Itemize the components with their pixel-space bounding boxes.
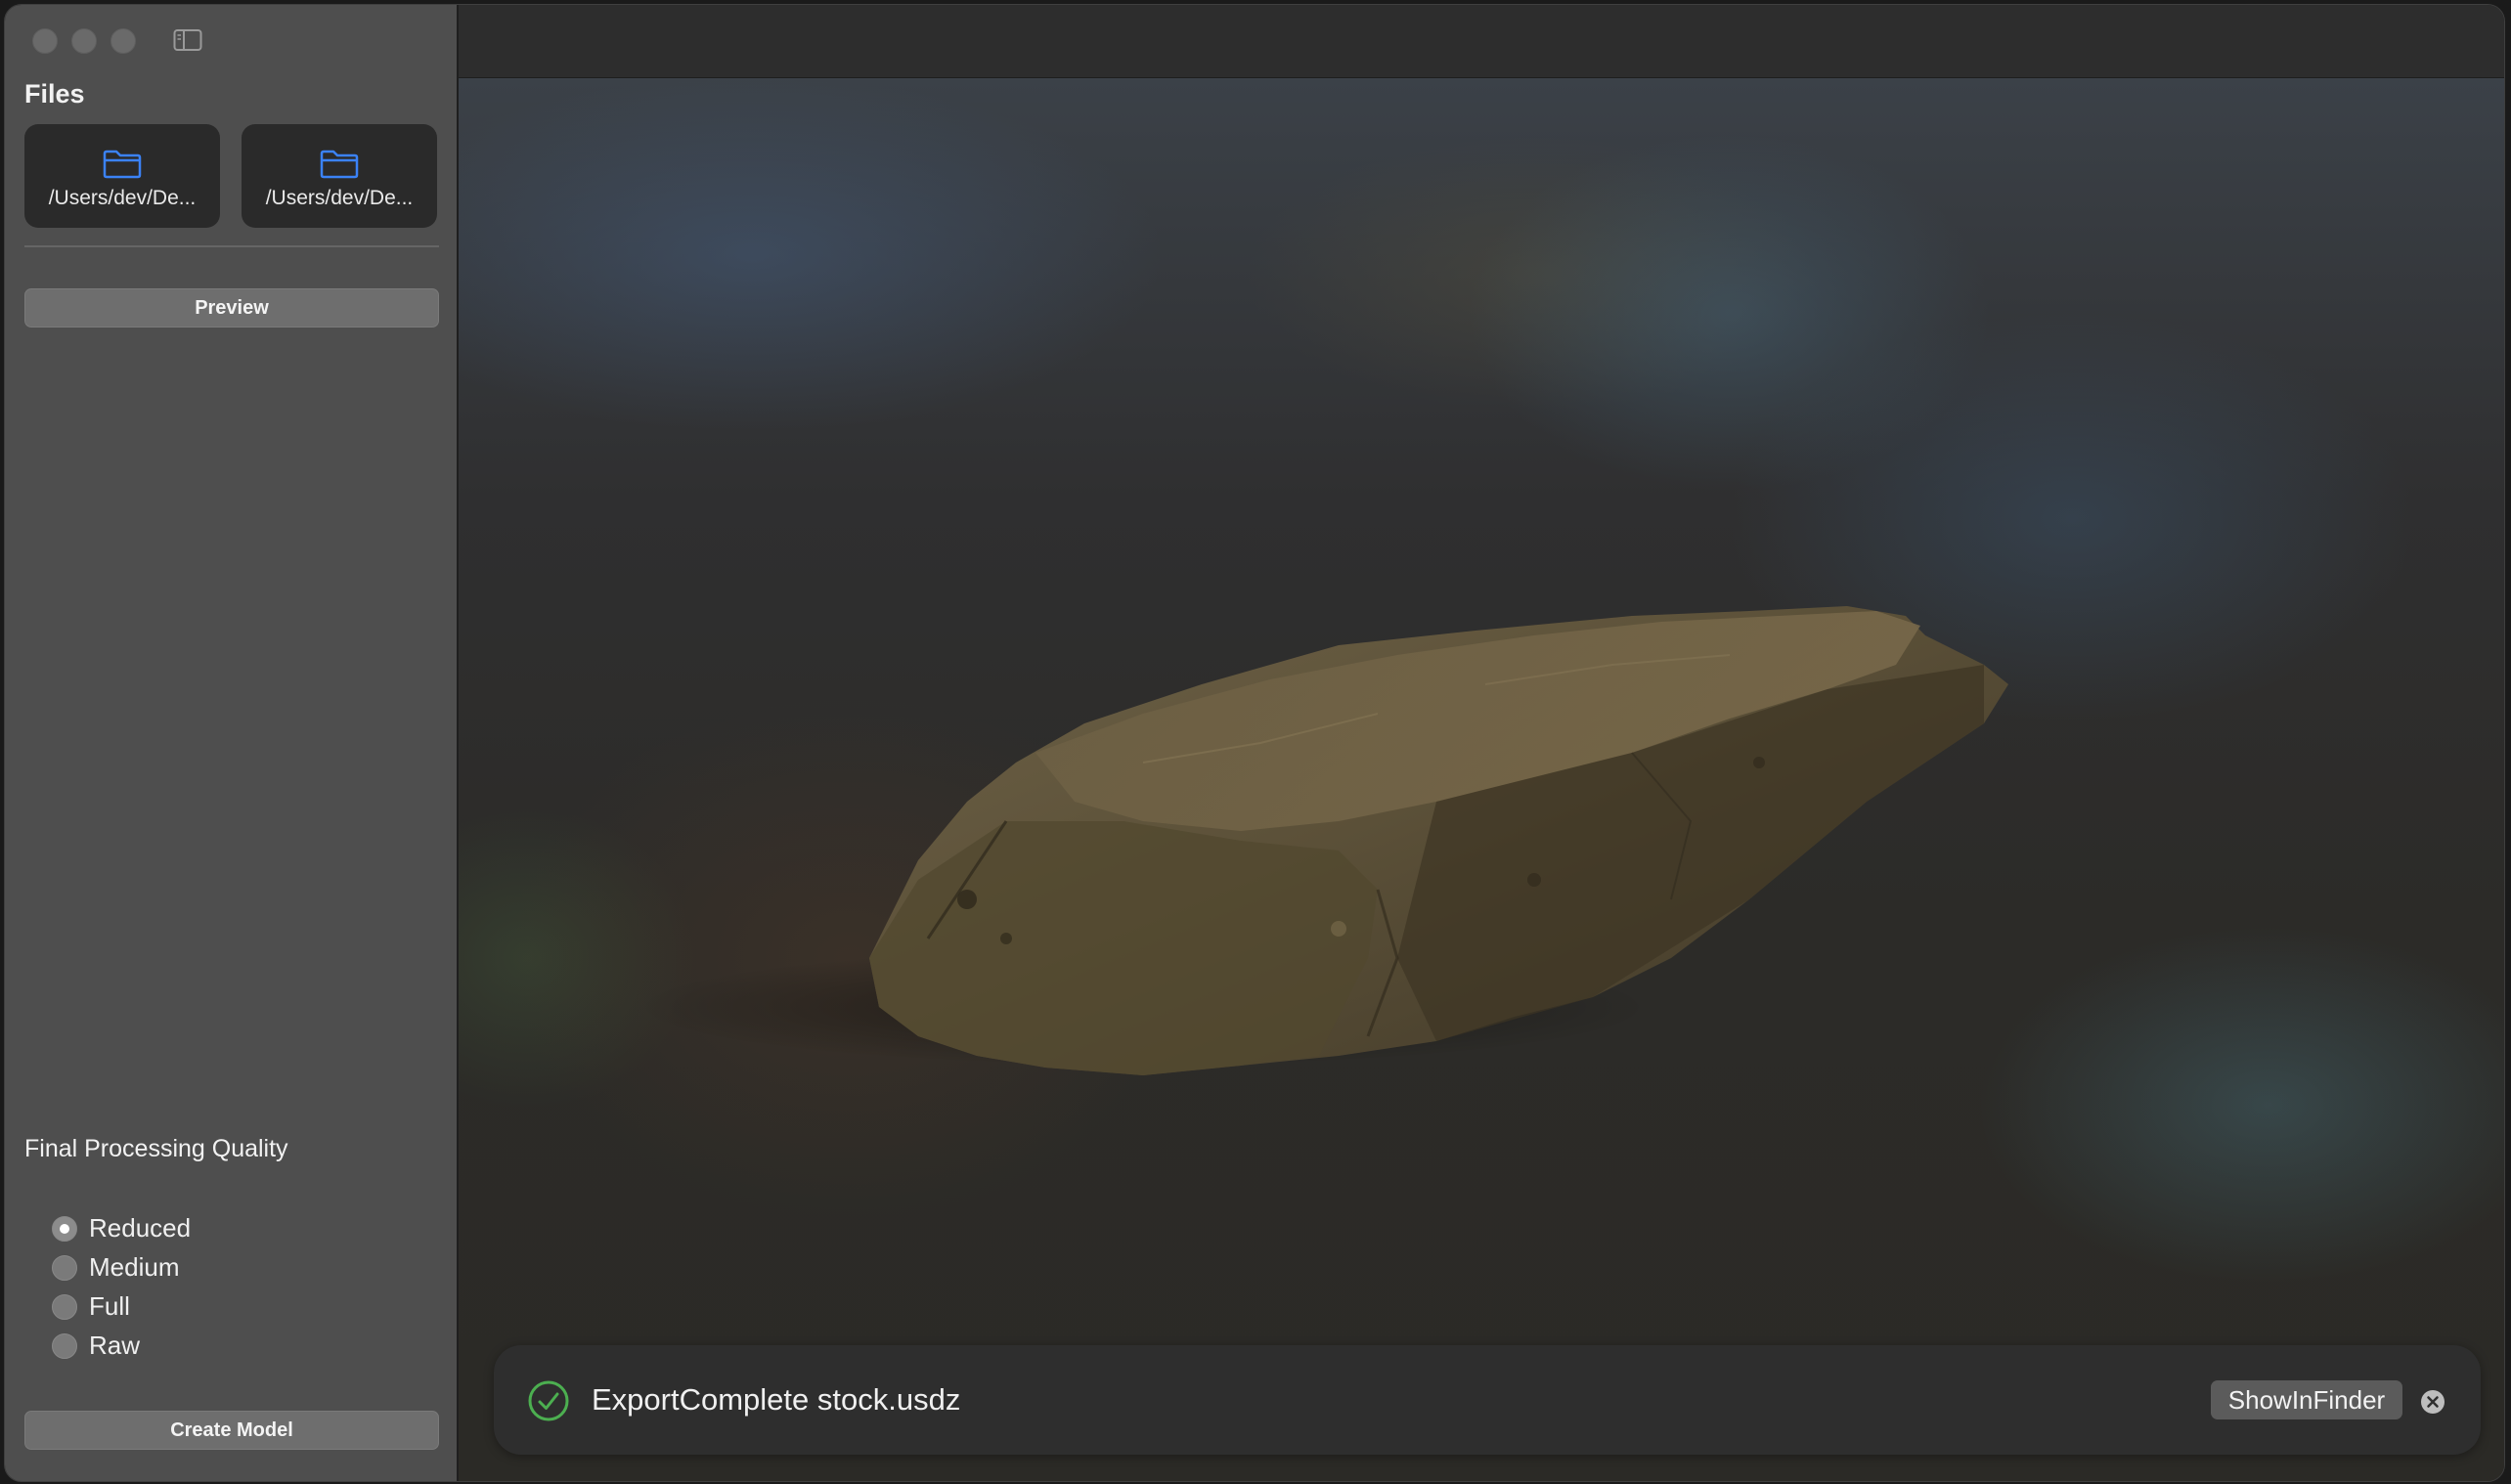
toast-message: ExportComplete stock.usdz [592, 1382, 961, 1417]
radio-button[interactable] [52, 1333, 77, 1359]
quality-heading: Final Processing Quality [24, 1135, 288, 1162]
radio-label: Reduced [89, 1213, 192, 1243]
zoom-window-button[interactable] [110, 28, 136, 54]
checkmark-circle-icon [528, 1380, 569, 1421]
file-card-1[interactable]: /Users/dev/De... [24, 124, 220, 228]
close-window-button[interactable] [32, 28, 58, 54]
folder-icon [320, 150, 359, 179]
rock-model[interactable] [459, 78, 2504, 1481]
file-card-2[interactable]: /Users/dev/De... [242, 124, 437, 228]
folder-icon [103, 150, 142, 179]
file-path-label: /Users/dev/De... [265, 187, 414, 209]
radio-button[interactable] [52, 1294, 77, 1320]
show-in-finder-button[interactable]: ShowInFinder [2211, 1380, 2402, 1419]
minimize-window-button[interactable] [71, 28, 97, 54]
radio-button[interactable] [52, 1255, 77, 1281]
sidebar: Files /Users/dev/De... /Users/dev/De... … [5, 5, 459, 1481]
radio-label: Full [89, 1291, 130, 1321]
file-path-label: /Users/dev/De... [48, 187, 197, 209]
sidebar-toggle-icon[interactable] [173, 28, 202, 52]
radio-label: Medium [89, 1252, 180, 1282]
toolbar [459, 5, 2504, 78]
preview-button[interactable]: Preview [24, 288, 439, 327]
radio-button-selected[interactable] [52, 1216, 77, 1242]
close-icon[interactable] [2420, 1389, 2445, 1415]
main-area: ExportComplete stock.usdz ShowInFinder [459, 5, 2504, 1481]
model-viewport[interactable]: ExportComplete stock.usdz ShowInFinder [459, 78, 2504, 1481]
divider [24, 245, 439, 247]
files-heading: Files [24, 79, 85, 109]
export-toast: ExportComplete stock.usdz ShowInFinder [494, 1345, 2481, 1455]
create-model-button[interactable]: Create Model [24, 1411, 439, 1450]
app-window: Files /Users/dev/De... /Users/dev/De... … [4, 4, 2505, 1482]
radio-label: Raw [89, 1331, 141, 1360]
